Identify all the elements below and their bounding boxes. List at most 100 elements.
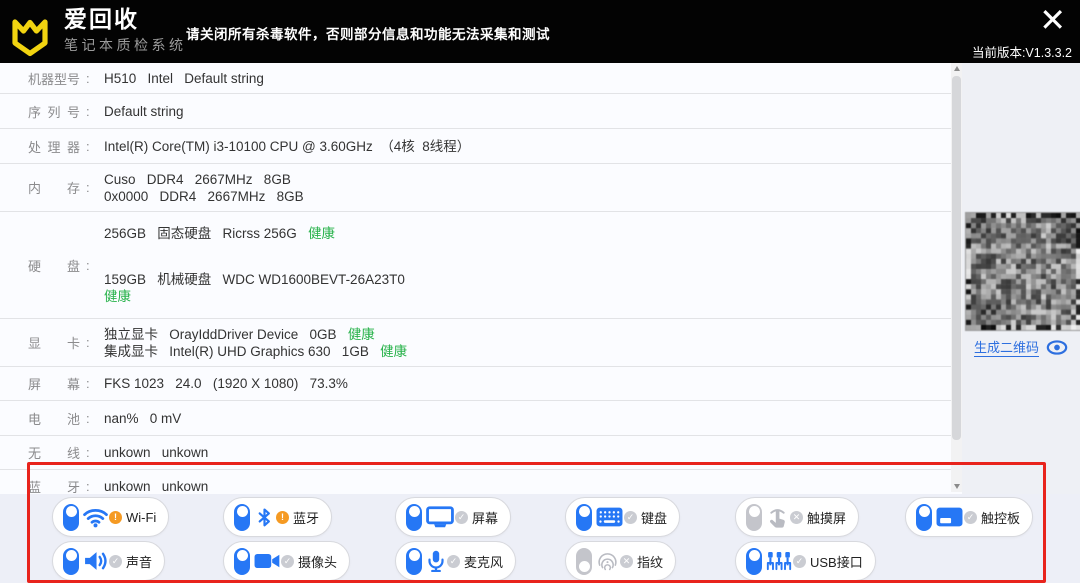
- spec-value-line: nan% 0 mV: [104, 410, 182, 426]
- toggle-switch-icon[interactable]: [746, 547, 762, 575]
- spec-value-line: Cuso DDR4 2667MHz 8GB: [104, 171, 291, 187]
- toggle-microphone[interactable]: ✓ 麦克风: [395, 541, 517, 581]
- screen-icon: [426, 506, 454, 528]
- microphone-icon: [426, 550, 446, 572]
- spec-label: 无线:: [28, 445, 90, 461]
- touchscreen-icon: [766, 507, 789, 528]
- toggle-switch-icon[interactable]: [406, 547, 422, 575]
- toggle-touchscreen[interactable]: ✕ 触摸屏: [735, 497, 860, 537]
- spec-value-line: 159GB 机械硬盘 WDC WD1600BEVT-26A23T0: [104, 272, 405, 287]
- spec-label: 显卡:: [28, 335, 90, 351]
- device-test-toggle-panel: ! Wi-Fi! 蓝牙 ✓ 屏幕 ✓ 键盘 ✕ 触摸屏 ✓ 触控板 ✓ 声音 ✓ 摄像头 ✓ 麦克风 ✕ 指纹 ✓ US…: [0, 494, 1080, 583]
- toggle-label: 触控板: [981, 510, 1021, 526]
- toggle-switch-icon[interactable]: [234, 503, 250, 531]
- spec-value-line: 独立显卡 OrayIddDriver Device 0GB 健康: [104, 326, 375, 342]
- health-badge: 健康: [347, 326, 375, 342]
- speaker-icon: [83, 550, 108, 572]
- toggle-switch-icon[interactable]: [63, 503, 79, 531]
- antivirus-warning-text: 请关闭所有杀毒软件，否则部分信息和功能无法采集和测试: [186, 27, 550, 42]
- spec-label: 电池:: [28, 410, 90, 427]
- toggle-label: 屏幕: [472, 510, 499, 526]
- qr-panel: 生成二维码: [962, 63, 1080, 494]
- spec-label: 屏幕:: [28, 376, 90, 392]
- toggle-fingerprint[interactable]: ✕ 指纹: [565, 541, 677, 581]
- toggle-switch-icon[interactable]: [406, 503, 422, 531]
- status-pass-icon: ✓: [281, 554, 294, 568]
- status-pass-icon: ✓: [964, 510, 977, 524]
- spec-value-line: H510 Intel Default string: [104, 70, 264, 86]
- spec-row-battery: 电池: nan% 0 mV: [0, 401, 952, 436]
- status-warn-icon: !: [109, 510, 122, 524]
- spec-label: 序列号:: [28, 103, 90, 120]
- version-label: 当前版本:V1.3.3.2: [971, 46, 1072, 60]
- spec-label: 硬盘:: [28, 257, 90, 274]
- spec-value-line: 集成显卡 Intel(R) UHD Graphics 630 1GB 健康: [104, 343, 408, 359]
- toggle-wifi[interactable]: ! Wi-Fi: [52, 497, 170, 537]
- status-pass-icon: ✓: [624, 510, 637, 524]
- spec-label: 处理器:: [28, 138, 90, 155]
- qr-code-image: [965, 212, 1080, 331]
- toggle-label: 麦克风: [464, 554, 504, 570]
- toggle-label: 摄像头: [298, 554, 338, 570]
- spec-value-line: 健康: [104, 288, 952, 305]
- toggle-label: 触摸屏: [807, 510, 847, 526]
- status-na-icon: ✕: [790, 510, 803, 524]
- toggle-switch-icon[interactable]: [63, 547, 79, 575]
- toggle-switch-icon[interactable]: [234, 547, 250, 575]
- spec-label: 机器型号:: [28, 70, 90, 87]
- spec-row-gpu: 显卡: 独立显卡 OrayIddDriver Device 0GB 健康 集成显卡 …: [0, 319, 952, 367]
- toggle-label: Wi-Fi: [126, 509, 157, 525]
- status-pass-icon: ✓: [793, 554, 806, 568]
- usb-icon: [766, 551, 792, 572]
- spec-row-serial: 序列号: Default string: [0, 94, 952, 129]
- eye-icon[interactable]: [1046, 339, 1068, 355]
- spec-row-memory: 内存: Cuso DDR4 2667MHz 8GB 0x0000 DDR4 2667…: [0, 164, 952, 212]
- health-badge: 健康: [380, 343, 408, 359]
- spec-value-line: Intel(R) Core(TM) i3-10100 CPU @ 3.60GHz…: [104, 138, 471, 154]
- spec-row-disk: 硬盘: 256GB 固态硬盘 Ricrss 256G 健康 159GB 机械硬盘 W…: [0, 212, 952, 319]
- toggle-switch-icon[interactable]: [576, 503, 592, 531]
- hardware-spec-list: 机器型号: H510 Intel Default string 序列号: Defaul…: [0, 63, 952, 503]
- fingerprint-icon: [596, 550, 619, 573]
- generate-qr-link[interactable]: 生成二维码: [973, 337, 1039, 357]
- health-badge: 健康: [104, 289, 131, 304]
- status-pass-icon: ✓: [109, 554, 122, 568]
- spec-value-line: Default string: [104, 103, 184, 119]
- status-pass-icon: ✓: [455, 510, 468, 524]
- toggle-bluetooth[interactable]: ! 蓝牙: [223, 497, 333, 537]
- status-na-icon: ✕: [620, 554, 633, 568]
- toggle-screen[interactable]: ✓ 屏幕: [395, 497, 512, 537]
- scrollbar-thumb[interactable]: [952, 76, 961, 440]
- spec-row-machine: 机器型号: H510 Intel Default string: [0, 63, 952, 94]
- toggle-switch-icon[interactable]: [746, 503, 762, 531]
- camera-icon: [254, 551, 280, 571]
- toggle-keyboard[interactable]: ✓ 键盘: [565, 497, 681, 537]
- header-bar: 爱回收 笔记本质检系统 请关闭所有杀毒软件，否则部分信息和功能无法采集和测试 ✕…: [0, 0, 1080, 63]
- spec-value-line: FKS 1023 24.0 (1920 X 1080) 73.3%: [104, 376, 348, 391]
- toggle-label: 声音: [126, 554, 153, 570]
- vertical-scrollbar[interactable]: [951, 63, 962, 492]
- app-title: 爱回收: [64, 6, 139, 32]
- status-warn-icon: !: [276, 510, 289, 524]
- toggle-switch-icon[interactable]: [576, 547, 592, 575]
- spec-value-line: unkown unkown: [104, 479, 209, 494]
- toggle-sound[interactable]: ✓ 声音: [52, 541, 166, 581]
- app-subtitle: 笔记本质检系统: [64, 37, 187, 53]
- spec-row-screen: 屏幕: FKS 1023 24.0 (1920 X 1080) 73.3%: [0, 367, 952, 401]
- touchpad-icon: [936, 507, 963, 527]
- wifi-icon: [83, 507, 108, 528]
- title-block: 爱回收 笔记本质检系统: [64, 6, 187, 55]
- toggle-label: 键盘: [641, 510, 668, 526]
- toggle-touchpad[interactable]: ✓ 触控板: [905, 497, 1034, 537]
- toggle-switch-icon[interactable]: [916, 503, 932, 531]
- aihuishou-logo-icon: [6, 6, 54, 63]
- bluetooth-icon: [254, 507, 275, 528]
- spec-value-line: 256GB 固态硬盘 Ricrss 256G 健康: [104, 226, 336, 241]
- scroll-up-icon[interactable]: [951, 63, 962, 74]
- scroll-down-icon[interactable]: [951, 481, 962, 492]
- toggle-camera[interactable]: ✓ 摄像头: [223, 541, 351, 581]
- close-button[interactable]: ✕: [1039, 0, 1066, 40]
- spec-row-cpu: 处理器: Intel(R) Core(TM) i3-10100 CPU @ 3.6…: [0, 129, 952, 164]
- toggle-usb[interactable]: ✓ USB接口: [735, 541, 876, 581]
- toggle-label: 蓝牙: [293, 510, 320, 526]
